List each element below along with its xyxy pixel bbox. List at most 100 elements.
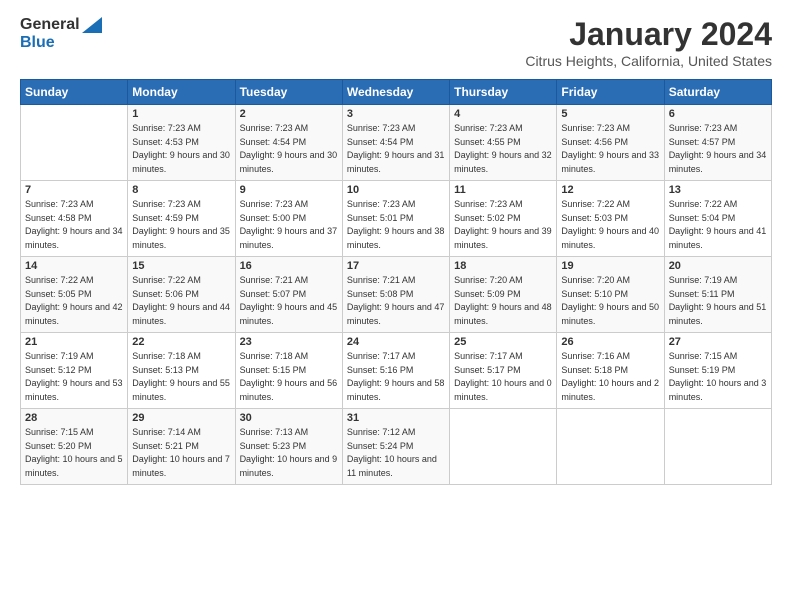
sunrise-text: Sunrise: 7:15 AM	[25, 426, 123, 440]
cell-week3-day3: 17 Sunrise: 7:21 AM Sunset: 5:08 PM Dayl…	[342, 257, 449, 333]
day-number: 31	[347, 412, 445, 424]
sunset-text: Sunset: 5:23 PM	[240, 440, 338, 454]
sunset-text: Sunset: 5:03 PM	[561, 212, 659, 226]
sunrise-text: Sunrise: 7:22 AM	[561, 198, 659, 212]
day-number: 5	[561, 108, 659, 120]
day-number: 11	[454, 184, 552, 196]
sunset-text: Sunset: 5:15 PM	[240, 364, 338, 378]
cell-week2-day1: 8 Sunrise: 7:23 AM Sunset: 4:59 PM Dayli…	[128, 181, 235, 257]
sunset-text: Sunset: 5:06 PM	[132, 288, 230, 302]
header-sunday: Sunday	[21, 80, 128, 105]
day-info: Sunrise: 7:13 AM Sunset: 5:23 PM Dayligh…	[240, 426, 338, 480]
sunset-text: Sunset: 5:20 PM	[25, 440, 123, 454]
calendar-table: SundayMondayTuesdayWednesdayThursdayFrid…	[20, 79, 772, 485]
daylight-text: Daylight: 9 hours and 34 minutes.	[669, 149, 767, 176]
sunrise-text: Sunrise: 7:14 AM	[132, 426, 230, 440]
cell-week1-day6: 6 Sunrise: 7:23 AM Sunset: 4:57 PM Dayli…	[664, 105, 771, 181]
day-info: Sunrise: 7:22 AM Sunset: 5:05 PM Dayligh…	[25, 274, 123, 328]
day-info: Sunrise: 7:22 AM Sunset: 5:03 PM Dayligh…	[561, 198, 659, 252]
cell-week2-day2: 9 Sunrise: 7:23 AM Sunset: 5:00 PM Dayli…	[235, 181, 342, 257]
daylight-text: Daylight: 9 hours and 40 minutes.	[561, 225, 659, 252]
daylight-text: Daylight: 10 hours and 11 minutes.	[347, 453, 445, 480]
daylight-text: Daylight: 10 hours and 3 minutes.	[669, 377, 767, 404]
sunset-text: Sunset: 5:13 PM	[132, 364, 230, 378]
day-number: 19	[561, 260, 659, 272]
cell-week3-day6: 20 Sunrise: 7:19 AM Sunset: 5:11 PM Dayl…	[664, 257, 771, 333]
day-info: Sunrise: 7:22 AM Sunset: 5:04 PM Dayligh…	[669, 198, 767, 252]
sunrise-text: Sunrise: 7:23 AM	[669, 122, 767, 136]
day-number: 23	[240, 336, 338, 348]
daylight-text: Daylight: 9 hours and 34 minutes.	[25, 225, 123, 252]
cell-week3-day4: 18 Sunrise: 7:20 AM Sunset: 5:09 PM Dayl…	[450, 257, 557, 333]
day-info: Sunrise: 7:23 AM Sunset: 4:59 PM Dayligh…	[132, 198, 230, 252]
sunrise-text: Sunrise: 7:17 AM	[454, 350, 552, 364]
sunset-text: Sunset: 4:54 PM	[240, 136, 338, 150]
daylight-text: Daylight: 9 hours and 53 minutes.	[25, 377, 123, 404]
sunset-text: Sunset: 5:08 PM	[347, 288, 445, 302]
cell-week2-day5: 12 Sunrise: 7:22 AM Sunset: 5:03 PM Dayl…	[557, 181, 664, 257]
header-wednesday: Wednesday	[342, 80, 449, 105]
calendar-header-row: SundayMondayTuesdayWednesdayThursdayFrid…	[21, 80, 772, 105]
sunrise-text: Sunrise: 7:23 AM	[454, 198, 552, 212]
sunrise-text: Sunrise: 7:15 AM	[669, 350, 767, 364]
cell-week2-day6: 13 Sunrise: 7:22 AM Sunset: 5:04 PM Dayl…	[664, 181, 771, 257]
cell-week3-day1: 15 Sunrise: 7:22 AM Sunset: 5:06 PM Dayl…	[128, 257, 235, 333]
day-info: Sunrise: 7:23 AM Sunset: 4:53 PM Dayligh…	[132, 122, 230, 176]
logo-blue: Blue	[20, 34, 55, 52]
cell-week3-day0: 14 Sunrise: 7:22 AM Sunset: 5:05 PM Dayl…	[21, 257, 128, 333]
sunrise-text: Sunrise: 7:20 AM	[454, 274, 552, 288]
daylight-text: Daylight: 9 hours and 33 minutes.	[561, 149, 659, 176]
daylight-text: Daylight: 9 hours and 35 minutes.	[132, 225, 230, 252]
day-number: 21	[25, 336, 123, 348]
cell-week3-day2: 16 Sunrise: 7:21 AM Sunset: 5:07 PM Dayl…	[235, 257, 342, 333]
sunrise-text: Sunrise: 7:19 AM	[25, 350, 123, 364]
day-number: 14	[25, 260, 123, 272]
day-number: 8	[132, 184, 230, 196]
cell-week3-day5: 19 Sunrise: 7:20 AM Sunset: 5:10 PM Dayl…	[557, 257, 664, 333]
week-row-4: 21 Sunrise: 7:19 AM Sunset: 5:12 PM Dayl…	[21, 333, 772, 409]
day-info: Sunrise: 7:21 AM Sunset: 5:08 PM Dayligh…	[347, 274, 445, 328]
cell-week1-day0	[21, 105, 128, 181]
day-number: 24	[347, 336, 445, 348]
daylight-text: Daylight: 9 hours and 44 minutes.	[132, 301, 230, 328]
day-number: 3	[347, 108, 445, 120]
day-info: Sunrise: 7:23 AM Sunset: 4:55 PM Dayligh…	[454, 122, 552, 176]
cell-week2-day4: 11 Sunrise: 7:23 AM Sunset: 5:02 PM Dayl…	[450, 181, 557, 257]
sunset-text: Sunset: 5:05 PM	[25, 288, 123, 302]
sunset-text: Sunset: 5:04 PM	[669, 212, 767, 226]
sunset-text: Sunset: 5:12 PM	[25, 364, 123, 378]
sunset-text: Sunset: 5:16 PM	[347, 364, 445, 378]
sunrise-text: Sunrise: 7:23 AM	[240, 198, 338, 212]
sunrise-text: Sunrise: 7:23 AM	[132, 198, 230, 212]
cell-week4-day5: 26 Sunrise: 7:16 AM Sunset: 5:18 PM Dayl…	[557, 333, 664, 409]
day-number: 12	[561, 184, 659, 196]
sunrise-text: Sunrise: 7:23 AM	[454, 122, 552, 136]
day-number: 30	[240, 412, 338, 424]
daylight-text: Daylight: 10 hours and 0 minutes.	[454, 377, 552, 404]
sunset-text: Sunset: 4:58 PM	[25, 212, 123, 226]
sunrise-text: Sunrise: 7:17 AM	[347, 350, 445, 364]
sunset-text: Sunset: 5:19 PM	[669, 364, 767, 378]
daylight-text: Daylight: 9 hours and 58 minutes.	[347, 377, 445, 404]
week-row-1: 1 Sunrise: 7:23 AM Sunset: 4:53 PM Dayli…	[21, 105, 772, 181]
daylight-text: Daylight: 9 hours and 41 minutes.	[669, 225, 767, 252]
sunset-text: Sunset: 4:56 PM	[561, 136, 659, 150]
day-info: Sunrise: 7:17 AM Sunset: 5:16 PM Dayligh…	[347, 350, 445, 404]
day-number: 4	[454, 108, 552, 120]
page-container: General Blue January 2024 Citrus Heights…	[0, 0, 792, 495]
day-number: 17	[347, 260, 445, 272]
daylight-text: Daylight: 9 hours and 31 minutes.	[347, 149, 445, 176]
day-info: Sunrise: 7:18 AM Sunset: 5:13 PM Dayligh…	[132, 350, 230, 404]
logo-triangle-icon	[82, 17, 102, 33]
day-info: Sunrise: 7:16 AM Sunset: 5:18 PM Dayligh…	[561, 350, 659, 404]
sunset-text: Sunset: 5:02 PM	[454, 212, 552, 226]
day-number: 6	[669, 108, 767, 120]
sunrise-text: Sunrise: 7:23 AM	[561, 122, 659, 136]
sunset-text: Sunset: 5:24 PM	[347, 440, 445, 454]
cell-week4-day1: 22 Sunrise: 7:18 AM Sunset: 5:13 PM Dayl…	[128, 333, 235, 409]
location-title: Citrus Heights, California, United State…	[525, 53, 772, 69]
day-number: 26	[561, 336, 659, 348]
calendar-body: 1 Sunrise: 7:23 AM Sunset: 4:53 PM Dayli…	[21, 105, 772, 485]
day-number: 7	[25, 184, 123, 196]
cell-week5-day6	[664, 409, 771, 485]
